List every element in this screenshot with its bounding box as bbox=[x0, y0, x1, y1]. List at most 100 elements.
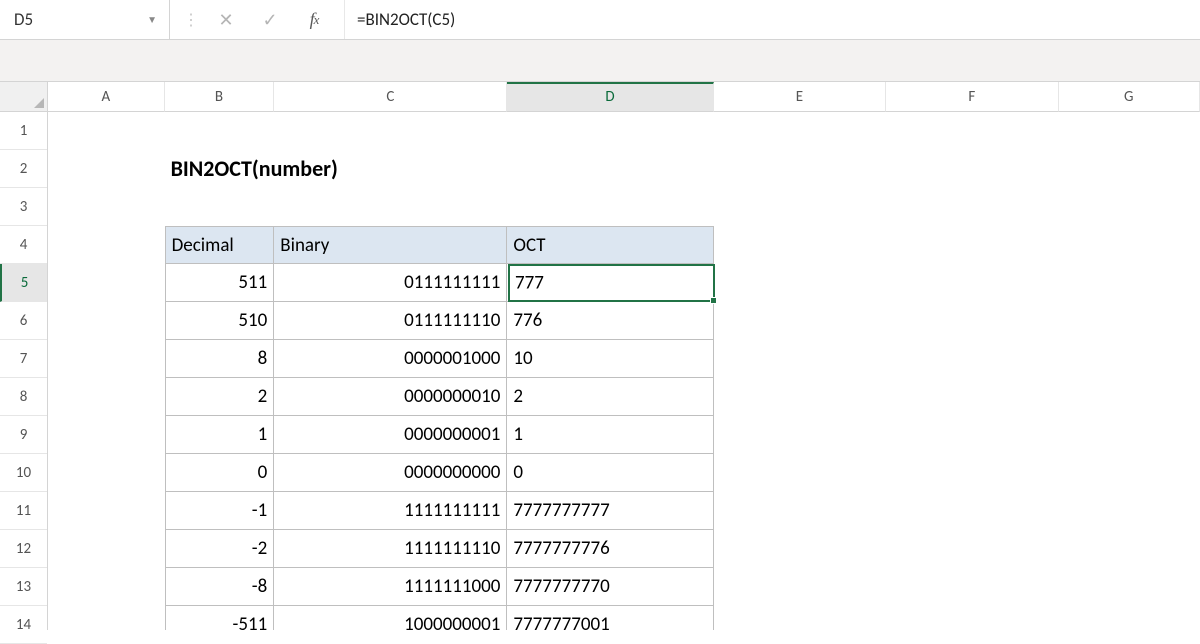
cell-A8[interactable] bbox=[48, 378, 165, 416]
col-header-G[interactable]: G bbox=[1059, 82, 1200, 112]
col-header-A[interactable]: A bbox=[48, 82, 165, 112]
cell-B5[interactable]: 511 bbox=[165, 264, 275, 302]
cell-G3[interactable] bbox=[1059, 188, 1200, 226]
cell-F2[interactable] bbox=[886, 150, 1058, 188]
cell-A10[interactable] bbox=[48, 454, 165, 492]
cell-B9[interactable]: 1 bbox=[165, 416, 275, 454]
row-header-14[interactable]: 14 bbox=[0, 606, 47, 644]
cell-E1[interactable] bbox=[714, 112, 886, 150]
cell-C12[interactable]: 1111111110 bbox=[274, 530, 507, 568]
cell-E7[interactable] bbox=[714, 340, 886, 378]
cell-F7[interactable] bbox=[886, 340, 1058, 378]
cell-C5[interactable]: 0111111111 bbox=[274, 264, 507, 302]
row-header-4[interactable]: 4 bbox=[0, 226, 47, 264]
cell-F4[interactable] bbox=[886, 226, 1058, 264]
cell-B7[interactable]: 8 bbox=[165, 340, 275, 378]
cell-B4[interactable]: Decimal bbox=[165, 226, 275, 264]
cell-C2[interactable] bbox=[275, 150, 508, 188]
cell-F9[interactable] bbox=[886, 416, 1058, 454]
cell-E11[interactable] bbox=[714, 492, 886, 530]
cell-F1[interactable] bbox=[886, 112, 1058, 150]
cell-D4[interactable]: OCT bbox=[507, 226, 713, 264]
cell-D12[interactable]: 7777777776 bbox=[507, 530, 713, 568]
cell-C13[interactable]: 1111111000 bbox=[274, 568, 507, 606]
cell-D6[interactable]: 776 bbox=[507, 302, 713, 340]
cell-A4[interactable] bbox=[48, 226, 165, 264]
fx-icon[interactable]: fx bbox=[292, 0, 336, 39]
cell-C11[interactable]: 1111111111 bbox=[274, 492, 507, 530]
cell-E13[interactable] bbox=[714, 568, 886, 606]
formula-input[interactable]: =BIN2OCT(C5) bbox=[344, 0, 1200, 39]
cell-C14[interactable]: 1000000001 bbox=[274, 606, 507, 630]
cell-D9[interactable]: 1 bbox=[507, 416, 713, 454]
select-all-corner[interactable] bbox=[0, 82, 47, 112]
cell-G8[interactable] bbox=[1059, 378, 1200, 416]
cell-F3[interactable] bbox=[886, 188, 1058, 226]
cell-B14[interactable]: -511 bbox=[165, 606, 275, 630]
col-header-F[interactable]: F bbox=[886, 82, 1058, 112]
cell-G6[interactable] bbox=[1059, 302, 1200, 340]
cell-G7[interactable] bbox=[1059, 340, 1200, 378]
row-header-11[interactable]: 11 bbox=[0, 492, 47, 530]
cell-G2[interactable] bbox=[1059, 150, 1200, 188]
cell-D7[interactable]: 10 bbox=[507, 340, 713, 378]
cell-A12[interactable] bbox=[48, 530, 165, 568]
col-header-E[interactable]: E bbox=[714, 82, 886, 112]
row-header-5[interactable]: 5 bbox=[0, 264, 47, 302]
cell-C1[interactable] bbox=[274, 112, 507, 150]
cell-E8[interactable] bbox=[714, 378, 886, 416]
row-header-9[interactable]: 9 bbox=[0, 416, 47, 454]
cell-A11[interactable] bbox=[48, 492, 165, 530]
cell-A6[interactable] bbox=[48, 302, 165, 340]
cell-E2[interactable] bbox=[714, 150, 886, 188]
cell-A7[interactable] bbox=[48, 340, 165, 378]
cell-A14[interactable] bbox=[48, 606, 165, 630]
cell-E12[interactable] bbox=[714, 530, 886, 568]
cell-G13[interactable] bbox=[1059, 568, 1200, 606]
cell-B11[interactable]: -1 bbox=[165, 492, 275, 530]
cell-G4[interactable] bbox=[1059, 226, 1200, 264]
cell-A5[interactable] bbox=[48, 264, 165, 302]
cell-A3[interactable] bbox=[48, 188, 165, 226]
cell-B2[interactable]: BIN2OCT(number) bbox=[165, 150, 275, 188]
row-header-1[interactable]: 1 bbox=[0, 112, 47, 150]
row-header-7[interactable]: 7 bbox=[0, 340, 47, 378]
cell-F12[interactable] bbox=[886, 530, 1058, 568]
cell-C7[interactable]: 0000001000 bbox=[274, 340, 507, 378]
cell-C9[interactable]: 0000000001 bbox=[274, 416, 507, 454]
cell-E3[interactable] bbox=[714, 188, 886, 226]
cell-E9[interactable] bbox=[714, 416, 886, 454]
cell-F6[interactable] bbox=[886, 302, 1058, 340]
col-header-B[interactable]: B bbox=[165, 82, 275, 112]
row-header-10[interactable]: 10 bbox=[0, 454, 47, 492]
cell-E5[interactable] bbox=[714, 264, 886, 302]
row-header-6[interactable]: 6 bbox=[0, 302, 47, 340]
cell-B6[interactable]: 510 bbox=[165, 302, 275, 340]
enter-icon[interactable]: ✓ bbox=[248, 0, 292, 39]
name-box[interactable]: D5 bbox=[10, 9, 141, 30]
cancel-icon[interactable]: ✕ bbox=[204, 0, 248, 39]
cell-D8[interactable]: 2 bbox=[507, 378, 713, 416]
cell-C10[interactable]: 0000000000 bbox=[274, 454, 507, 492]
name-box-wrap[interactable]: D5 ▼ bbox=[0, 0, 170, 39]
cell-F13[interactable] bbox=[886, 568, 1058, 606]
cell-F5[interactable] bbox=[886, 264, 1058, 302]
col-header-C[interactable]: C bbox=[274, 82, 507, 112]
cell-F10[interactable] bbox=[886, 454, 1058, 492]
cell-C6[interactable]: 0111111110 bbox=[274, 302, 507, 340]
cell-A2[interactable] bbox=[48, 150, 165, 188]
cell-G9[interactable] bbox=[1059, 416, 1200, 454]
cell-D14[interactable]: 7777777001 bbox=[507, 606, 713, 630]
cell-A9[interactable] bbox=[48, 416, 165, 454]
cell-G10[interactable] bbox=[1059, 454, 1200, 492]
cell-C3[interactable] bbox=[274, 188, 507, 226]
cell-B1[interactable] bbox=[165, 112, 275, 150]
row-header-3[interactable]: 3 bbox=[0, 188, 47, 226]
cell-F11[interactable] bbox=[886, 492, 1058, 530]
cell-D13[interactable]: 7777777770 bbox=[507, 568, 713, 606]
row-header-12[interactable]: 12 bbox=[0, 530, 47, 568]
cell-D1[interactable] bbox=[507, 112, 713, 150]
cell-D11[interactable]: 7777777777 bbox=[507, 492, 713, 530]
row-header-8[interactable]: 8 bbox=[0, 378, 47, 416]
cell-E4[interactable] bbox=[714, 226, 886, 264]
